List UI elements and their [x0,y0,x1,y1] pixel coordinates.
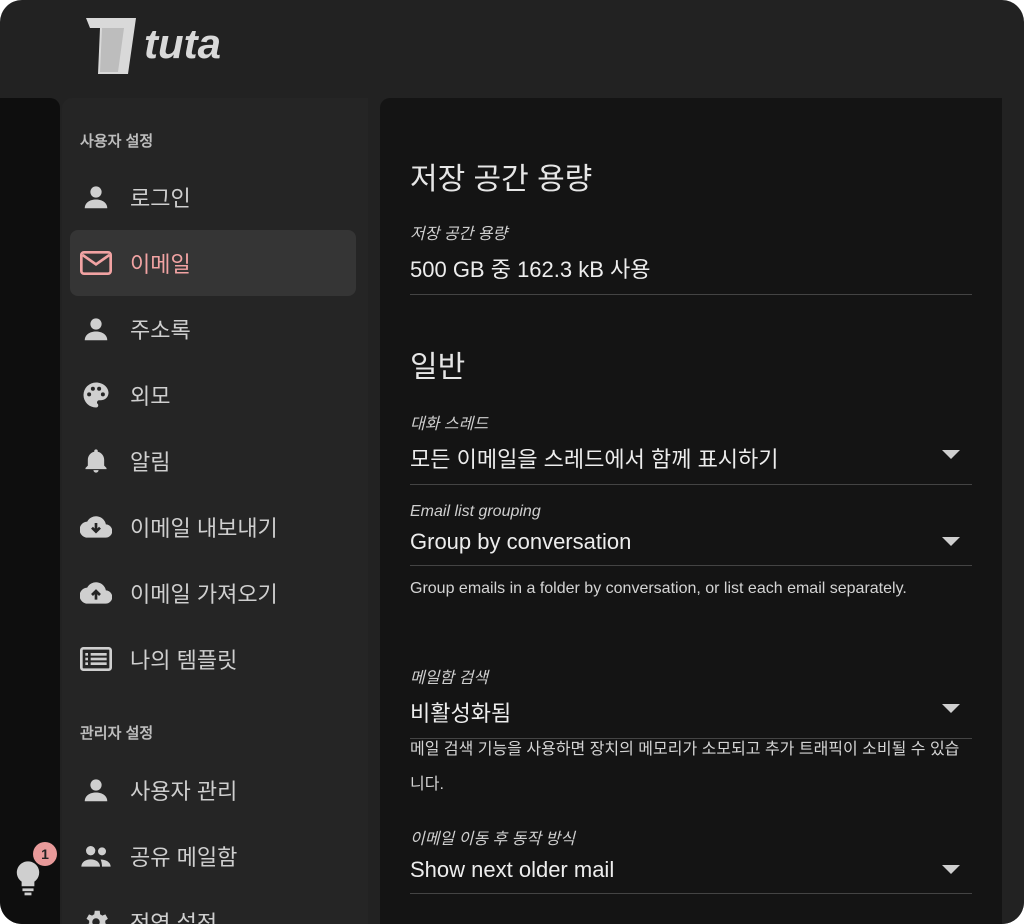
search-label: 메일함 검색 [410,670,489,687]
sidebar-item-label: 나의 템플릿 [130,648,238,673]
search-help: 메일 검색 기능을 사용하면 장치의 메모리가 소모되고 추가 트래픽이 소비될… [410,741,960,793]
settings-content: 저장 공간 용량 저장 공간 용량 500 GB 중 162.3 kB 사용 일… [380,98,1002,924]
sidebar-item-email[interactable]: 이메일 [70,230,356,296]
bell-icon [80,445,112,477]
storage-label: 저장 공간 용량 [410,226,508,243]
scrollbar[interactable] [1002,98,1024,924]
settings-sidebar: 사용자 설정 로그인 이메일 주소록 외모 알림 이메일 내보내기 이메일 가져… [62,98,368,924]
grouping-label: Email list grouping [410,503,541,520]
thread-dropdown[interactable]: 대화 스레드 모든 이메일을 스레드에서 함께 표시하기 [410,410,972,485]
sidebar-item-label: 이메일 가져오기 [130,582,278,607]
lightbulb-icon [16,861,40,896]
sidebar-item-email-import[interactable]: 이메일 가져오기 [70,560,356,626]
storage-field: 저장 공간 용량 500 GB 중 162.3 kB 사용 [410,220,972,295]
sidebar-item-login[interactable]: 로그인 [70,164,356,230]
sidebar-item-templates[interactable]: 나의 템플릿 [70,626,356,692]
grouping-dropdown[interactable]: Email list grouping Group by conversatio… [410,503,972,566]
thread-value: 모든 이메일을 스레드에서 함께 표시하기 [410,447,779,472]
search-dropdown[interactable]: 메일함 검색 비활성화됨 [410,664,972,739]
dropdown-arrow-icon [942,450,960,459]
person-icon [80,313,112,345]
sidebar-item-contacts[interactable]: 주소록 [70,296,356,362]
dropdown-arrow-icon [942,537,960,546]
notification-badge: 1 [33,842,57,866]
sidebar-item-email-export[interactable]: 이메일 내보내기 [70,494,356,560]
grouping-help: Group emails in a folder by conversation… [410,580,907,597]
gear-icon [80,906,112,924]
person-icon [80,181,112,213]
storage-heading: 저장 공간 용량 [410,163,593,196]
search-value: 비활성화됨 [410,701,512,726]
grouping-value: Group by conversation [410,529,632,554]
app-window: tuta 사용자 설정 로그인 이메일 주소록 외모 알림 이메일 내보내기 이… [0,0,1024,924]
sidebar-item-global-settings[interactable]: 전역 설정 [70,889,356,924]
admin-settings-label: 관리자 설정 [80,725,154,742]
thread-label: 대화 스레드 [410,416,489,433]
sidebar-item-label: 사용자 관리 [130,779,238,804]
list-icon [80,643,112,675]
left-rail [0,98,60,924]
general-heading: 일반 [410,351,466,384]
mail-icon [80,247,112,279]
sidebar-item-user-management[interactable]: 사용자 관리 [70,757,356,823]
sidebar-item-label: 전역 설정 [130,911,218,924]
people-icon [80,840,112,872]
dropdown-arrow-icon [942,704,960,713]
move-behavior-dropdown[interactable]: 이메일 이동 후 동작 방식 Show next older mail [410,825,972,894]
brand-name: tuta [144,20,221,67]
sidebar-item-notifications[interactable]: 알림 [70,428,356,494]
cloud-upload-icon [80,577,112,609]
sidebar-item-label: 공유 메일함 [130,845,238,870]
person-icon [80,774,112,806]
user-settings-label: 사용자 설정 [80,133,154,150]
sidebar-item-shared-mailbox[interactable]: 공유 메일함 [70,823,356,889]
storage-value: 500 GB 중 162.3 kB 사용 [410,252,972,295]
tips-button[interactable] [14,860,44,896]
sidebar-item-label: 주소록 [130,318,191,343]
cloud-download-icon [80,511,112,543]
tuta-logo: tuta [84,14,244,81]
sidebar-item-label: 알림 [130,450,171,475]
sidebar-item-appearance[interactable]: 외모 [70,362,356,428]
sidebar-item-label: 로그인 [130,186,191,211]
dropdown-arrow-icon [942,865,960,874]
palette-icon [80,379,112,411]
sidebar-item-label: 외모 [130,384,171,409]
move-label: 이메일 이동 후 동작 방식 [410,831,575,848]
sidebar-item-label: 이메일 [130,252,191,277]
move-value: Show next older mail [410,857,615,882]
sidebar-item-label: 이메일 내보내기 [130,516,278,541]
